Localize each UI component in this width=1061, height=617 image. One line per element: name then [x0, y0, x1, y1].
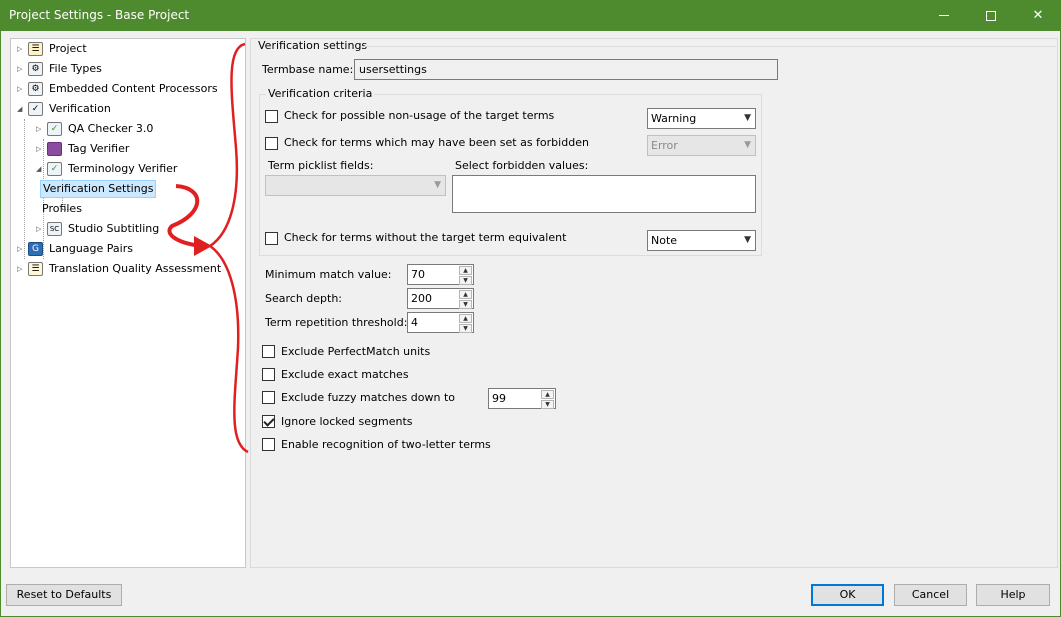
spin-up-icon[interactable]: ▲ — [459, 314, 472, 323]
exclude-fuzzy-checkbox[interactable] — [262, 391, 275, 404]
search-depth-label: Search depth: — [265, 292, 343, 305]
check-no-equivalent-label: Check for terms without the target term … — [284, 231, 567, 244]
two-letter-terms-checkbox[interactable] — [262, 438, 275, 451]
close-button[interactable]: ✕ — [1015, 0, 1061, 31]
maximize-button[interactable] — [968, 0, 1014, 31]
tree-item-label: QA Checker 3.0 — [68, 122, 154, 135]
tree-item-label: Verification — [49, 102, 111, 115]
forbidden-values-label: Select forbidden values: — [455, 159, 589, 172]
group-divider — [362, 46, 1056, 47]
qa-checker-icon: ✓ — [47, 122, 62, 136]
maximize-icon — [986, 10, 996, 21]
chevron-down-icon: ▼ — [744, 235, 751, 245]
spin-down-icon[interactable]: ▼ — [459, 300, 472, 309]
spinner-value: 4 — [411, 316, 418, 329]
expand-arrow-icon[interactable]: ▷ — [17, 40, 26, 58]
exclude-exact-checkbox[interactable] — [262, 368, 275, 381]
select-value: Error — [651, 139, 678, 152]
select-value: Warning — [651, 112, 697, 125]
ignore-locked-checkbox[interactable] — [262, 415, 275, 428]
ok-button[interactable]: OK — [811, 584, 884, 606]
tree-item-label: File Types — [49, 62, 102, 75]
expand-arrow-icon[interactable]: ▷ — [17, 80, 26, 98]
cancel-button[interactable]: Cancel — [894, 584, 967, 606]
terminology-verifier-icon: ✓ — [47, 162, 62, 176]
window-title: Project Settings - Base Project — [9, 8, 190, 22]
tree-item-label: Studio Subtitling — [68, 222, 160, 235]
ignore-locked-label: Ignore locked segments — [281, 415, 413, 428]
collapse-arrow-icon[interactable]: ◢ — [17, 100, 26, 118]
expand-arrow-icon[interactable]: ▷ — [36, 140, 45, 158]
tqa-icon: ☰ — [28, 262, 43, 276]
chevron-down-icon: ▼ — [744, 113, 751, 123]
spin-up-icon[interactable]: ▲ — [541, 390, 554, 399]
tag-verifier-icon — [47, 142, 62, 156]
reset-to-defaults-button[interactable]: Reset to Defaults — [6, 584, 122, 606]
close-icon: ✕ — [1032, 8, 1044, 23]
spin-up-icon[interactable]: ▲ — [459, 290, 472, 299]
select-value: Note — [651, 234, 678, 247]
verification-icon: ✓ — [28, 102, 43, 116]
forbidden-values-list[interactable] — [452, 175, 756, 213]
nonusage-severity-select[interactable]: Warning ▼ — [647, 108, 756, 129]
embedded-content-icon: ⚙ — [28, 82, 43, 96]
annotation-arrow-icon — [167, 42, 249, 454]
repetition-threshold-label: Term repetition threshold: — [265, 316, 408, 329]
spinner-value: 70 — [411, 268, 425, 281]
min-match-spinner[interactable]: 70 ▲ ▼ — [407, 264, 474, 285]
title-bar: Project Settings - Base Project ✕ — [0, 0, 1061, 31]
forbidden-severity-select[interactable]: Error ▼ — [647, 135, 756, 156]
termbase-label: Termbase name: — [262, 63, 354, 76]
picklist-label: Term picklist fields: — [268, 159, 374, 172]
tree-item-label: Language Pairs — [49, 242, 133, 255]
exclude-exact-label: Exclude exact matches — [281, 368, 409, 381]
minimize-icon — [939, 15, 949, 16]
chevron-down-icon: ▼ — [434, 180, 441, 190]
fuzzy-threshold-spinner[interactable]: 99 ▲ ▼ — [488, 388, 556, 409]
verification-settings-title: Verification settings — [258, 39, 368, 52]
expand-arrow-icon[interactable]: ▷ — [17, 240, 26, 258]
tree-item-label: Project — [49, 42, 87, 55]
language-pairs-icon: G — [28, 242, 43, 256]
expand-arrow-icon[interactable]: ▷ — [36, 120, 45, 138]
exclude-perfectmatch-checkbox[interactable] — [262, 345, 275, 358]
min-match-label: Minimum match value: — [265, 268, 392, 281]
repetition-threshold-spinner[interactable]: 4 ▲ ▼ — [407, 312, 474, 333]
help-button[interactable]: Help — [976, 584, 1050, 606]
exclude-fuzzy-label: Exclude fuzzy matches down to — [281, 391, 455, 404]
exclude-perfectmatch-label: Exclude PerfectMatch units — [281, 345, 431, 358]
project-icon: ☰ — [28, 42, 43, 56]
file-types-icon: ⚙ — [28, 62, 43, 76]
tree-item-label: Verification Settings — [40, 180, 157, 198]
spin-down-icon[interactable]: ▼ — [459, 276, 472, 285]
expand-arrow-icon[interactable]: ▷ — [17, 260, 26, 278]
tree-guide — [24, 119, 25, 259]
expand-arrow-icon[interactable]: ▷ — [36, 220, 45, 238]
check-no-equivalent-checkbox[interactable] — [265, 232, 278, 245]
picklist-fields-select[interactable]: ▼ — [265, 175, 446, 196]
termbase-name-field[interactable]: usersettings — [354, 59, 778, 80]
check-nonusage-label: Check for possible non-usage of the targ… — [284, 109, 555, 122]
two-letter-terms-label: Enable recognition of two-letter terms — [281, 438, 491, 451]
minimize-button[interactable] — [921, 0, 967, 31]
spinner-value: 200 — [411, 292, 432, 305]
spin-up-icon[interactable]: ▲ — [459, 266, 472, 275]
verification-criteria-title: Verification criteria — [266, 87, 375, 100]
search-depth-spinner[interactable]: 200 ▲ ▼ — [407, 288, 474, 309]
no-equivalent-severity-select[interactable]: Note ▼ — [647, 230, 756, 251]
studio-subtitling-icon: SC — [47, 222, 62, 236]
check-nonusage-checkbox[interactable] — [265, 110, 278, 123]
expand-arrow-icon[interactable]: ▷ — [17, 60, 26, 78]
tree-item-label: Profiles — [42, 202, 82, 215]
spinner-value: 99 — [492, 392, 506, 405]
collapse-arrow-icon[interactable]: ◢ — [36, 160, 45, 178]
tree-item-label: Tag Verifier — [68, 142, 130, 155]
spin-down-icon[interactable]: ▼ — [541, 400, 554, 409]
window-border-left — [0, 31, 1, 617]
spin-down-icon[interactable]: ▼ — [459, 324, 472, 333]
check-forbidden-label: Check for terms which may have been set … — [284, 136, 589, 149]
chevron-down-icon: ▼ — [744, 140, 751, 150]
check-forbidden-checkbox[interactable] — [265, 137, 278, 150]
